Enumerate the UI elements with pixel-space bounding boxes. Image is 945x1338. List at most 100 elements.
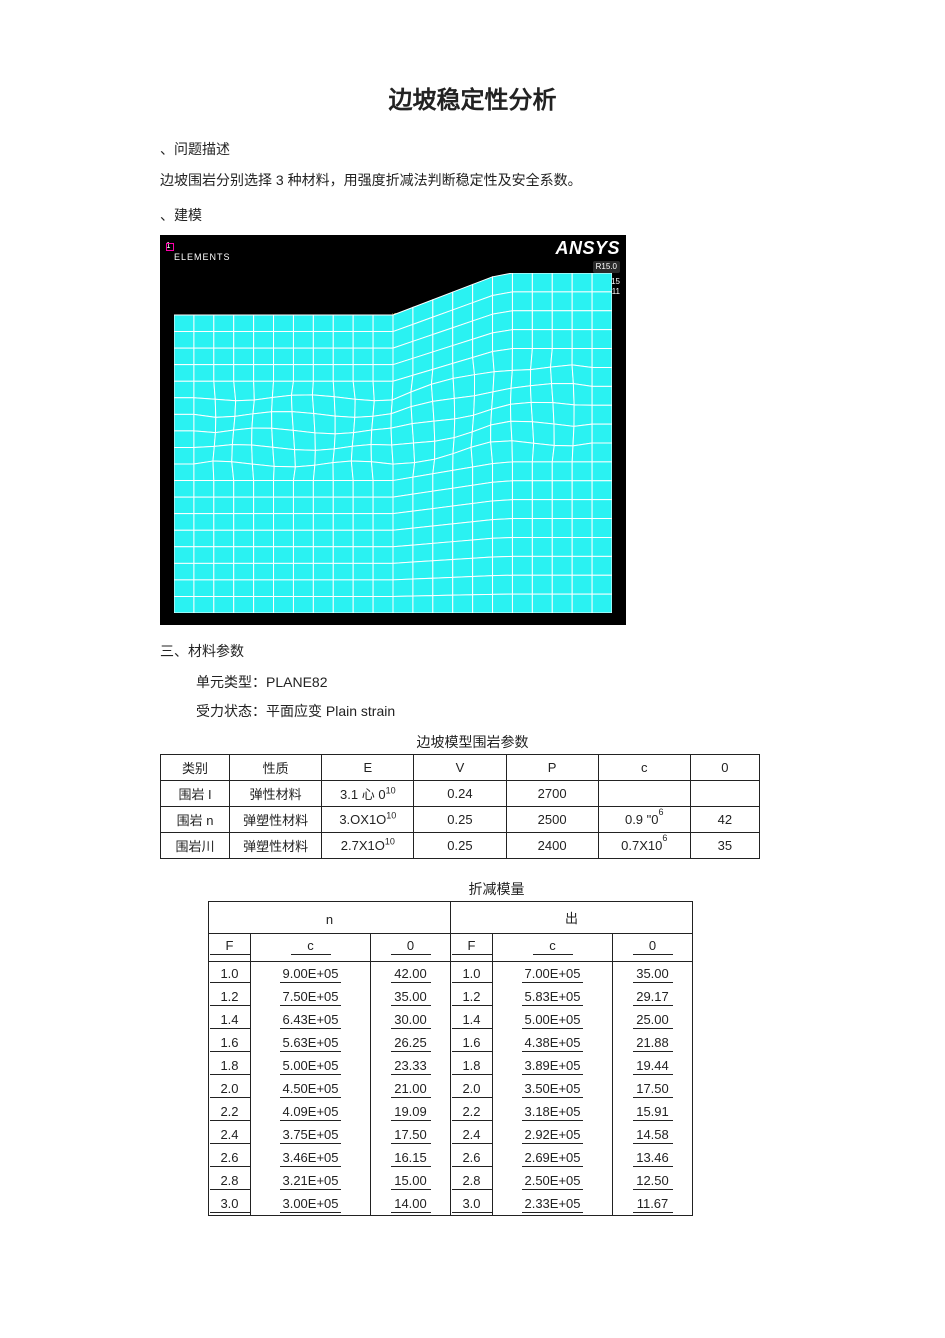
reduce-cell: 2.8 bbox=[209, 1169, 251, 1192]
mat-cell: 2700 bbox=[506, 781, 598, 807]
mat-cell: 35 bbox=[690, 833, 759, 859]
reduce-cell: 3.50E+05 bbox=[493, 1077, 613, 1100]
mat-cell bbox=[690, 781, 759, 807]
reduce-cell: 23.33 bbox=[371, 1054, 451, 1077]
mat-header: 类别 bbox=[161, 755, 230, 781]
reduce-header: c bbox=[251, 934, 371, 962]
reduce-cell: 14.58 bbox=[613, 1123, 693, 1146]
reduce-cell: 2.0 bbox=[451, 1077, 493, 1100]
reduce-cell: 2.69E+05 bbox=[493, 1146, 613, 1169]
mat-header: P bbox=[506, 755, 598, 781]
reduce-cell: 2.50E+05 bbox=[493, 1169, 613, 1192]
reduce-cell: 12.50 bbox=[613, 1169, 693, 1192]
ansys-elements-label: ELEMENTS bbox=[174, 252, 231, 262]
mat-cell: 0.7X106 bbox=[598, 833, 690, 859]
reduce-cell: 35.00 bbox=[371, 985, 451, 1008]
element-type-line: 单元类型：PLANE82 bbox=[160, 670, 785, 695]
reduce-group-left: n bbox=[209, 902, 451, 934]
mat-cell bbox=[598, 781, 690, 807]
mat-header: c bbox=[598, 755, 690, 781]
mat-cell: 2400 bbox=[506, 833, 598, 859]
reduce-cell: 2.33E+05 bbox=[493, 1192, 613, 1216]
reduce-cell: 4.09E+05 bbox=[251, 1100, 371, 1123]
reduce-header: 0 bbox=[613, 934, 693, 962]
reduce-cell: 3.75E+05 bbox=[251, 1123, 371, 1146]
mat-cell: 3.OX1O10 bbox=[322, 807, 414, 833]
reduce-cell: 1.2 bbox=[209, 985, 251, 1008]
reduce-group-right: 出 bbox=[451, 902, 693, 934]
reduce-cell: 26.25 bbox=[371, 1031, 451, 1054]
reduce-cell: 19.09 bbox=[371, 1100, 451, 1123]
mat-cell: 3.1 心 010 bbox=[322, 781, 414, 807]
reduce-cell: 4.50E+05 bbox=[251, 1077, 371, 1100]
mat-header: 0 bbox=[690, 755, 759, 781]
reduce-cell: 1.0 bbox=[451, 962, 493, 986]
problem-description: 边坡围岩分别选择 3 种材料，用强度折减法判断稳定性及安全系数。 bbox=[160, 168, 785, 193]
reduce-header: 0 bbox=[371, 934, 451, 962]
reduce-cell: 3.0 bbox=[209, 1192, 251, 1216]
mat-cell: 2.7X1O10 bbox=[322, 833, 414, 859]
reduce-cell: 2.2 bbox=[451, 1100, 493, 1123]
reduce-cell: 5.00E+05 bbox=[493, 1008, 613, 1031]
reduce-cell: 4.38E+05 bbox=[493, 1031, 613, 1054]
reduce-cell: 19.44 bbox=[613, 1054, 693, 1077]
mat-cell: 0.25 bbox=[414, 807, 506, 833]
stress-state-line: 受力状态：平面应变 Plain strain bbox=[160, 699, 785, 724]
ansys-version: R15.0 bbox=[593, 261, 620, 273]
mat-cell: 2500 bbox=[506, 807, 598, 833]
reduce-cell: 2.6 bbox=[209, 1146, 251, 1169]
mat-cell: 弹塑性材料 bbox=[230, 807, 322, 833]
mesh-grid bbox=[174, 273, 612, 613]
reduce-cell: 2.2 bbox=[209, 1100, 251, 1123]
mat-header: V bbox=[414, 755, 506, 781]
reduce-cell: 17.50 bbox=[371, 1123, 451, 1146]
reduce-cell: 2.0 bbox=[209, 1077, 251, 1100]
reduce-cell: 21.00 bbox=[371, 1077, 451, 1100]
reduce-cell: 42.00 bbox=[371, 962, 451, 986]
reduce-cell: 1.4 bbox=[451, 1008, 493, 1031]
reduce-cell: 3.46E+05 bbox=[251, 1146, 371, 1169]
page-title: 边坡稳定性分析 bbox=[160, 80, 785, 115]
reduction-table: n 出 Fc0Fc0 1.09.00E+0542.001.07.00E+0535… bbox=[208, 901, 693, 1216]
mat-cell: 0.25 bbox=[414, 833, 506, 859]
mat-cell: 围岩川 bbox=[161, 833, 230, 859]
reduce-cell: 15.00 bbox=[371, 1169, 451, 1192]
reduce-cell: 3.00E+05 bbox=[251, 1192, 371, 1216]
reduce-cell: 3.0 bbox=[451, 1192, 493, 1216]
reduce-cell: 30.00 bbox=[371, 1008, 451, 1031]
ansys-mesh-figure: 1 ELEMENTS ANSYS R15.0 27 2015 21:35:11 … bbox=[160, 235, 626, 625]
ansys-brand-text: ANSYS bbox=[555, 239, 620, 257]
reduce-cell: 7.50E+05 bbox=[251, 985, 371, 1008]
mat-cell: 0.9 "06 bbox=[598, 807, 690, 833]
reduce-cell: 1.8 bbox=[451, 1054, 493, 1077]
reduce-cell: 5.00E+05 bbox=[251, 1054, 371, 1077]
material-table-caption: 边坡模型围岩参数 bbox=[160, 732, 785, 752]
mat-cell: 弹塑性材料 bbox=[230, 833, 322, 859]
reduce-cell: 17.50 bbox=[613, 1077, 693, 1100]
reduce-header: c bbox=[493, 934, 613, 962]
reduce-cell: 6.43E+05 bbox=[251, 1008, 371, 1031]
reduce-cell: 35.00 bbox=[613, 962, 693, 986]
reduce-cell: 1.6 bbox=[209, 1031, 251, 1054]
reduce-header: F bbox=[451, 934, 493, 962]
reduce-cell: 25.00 bbox=[613, 1008, 693, 1031]
reduce-header: F bbox=[209, 934, 251, 962]
reduce-cell: 16.15 bbox=[371, 1146, 451, 1169]
section-modeling-label: 、建模 bbox=[160, 203, 785, 228]
reduce-cell: 1.0 bbox=[209, 962, 251, 986]
reduce-cell: 7.00E+05 bbox=[493, 962, 613, 986]
section-problem-label: 、问题描述 bbox=[160, 137, 785, 162]
reduce-cell: 9.00E+05 bbox=[251, 962, 371, 986]
reduce-cell: 21.88 bbox=[613, 1031, 693, 1054]
reduce-cell: 14.00 bbox=[371, 1192, 451, 1216]
reduce-cell: 1.4 bbox=[209, 1008, 251, 1031]
reduce-cell: 2.8 bbox=[451, 1169, 493, 1192]
mat-header: E bbox=[322, 755, 414, 781]
reduce-cell: 1.6 bbox=[451, 1031, 493, 1054]
mat-header: 性质 bbox=[230, 755, 322, 781]
reduce-cell: 3.18E+05 bbox=[493, 1100, 613, 1123]
mat-cell: 0.24 bbox=[414, 781, 506, 807]
section-material-label: 三、材料参数 bbox=[160, 639, 785, 664]
mat-cell: 弹性材料 bbox=[230, 781, 322, 807]
reduce-cell: 29.17 bbox=[613, 985, 693, 1008]
